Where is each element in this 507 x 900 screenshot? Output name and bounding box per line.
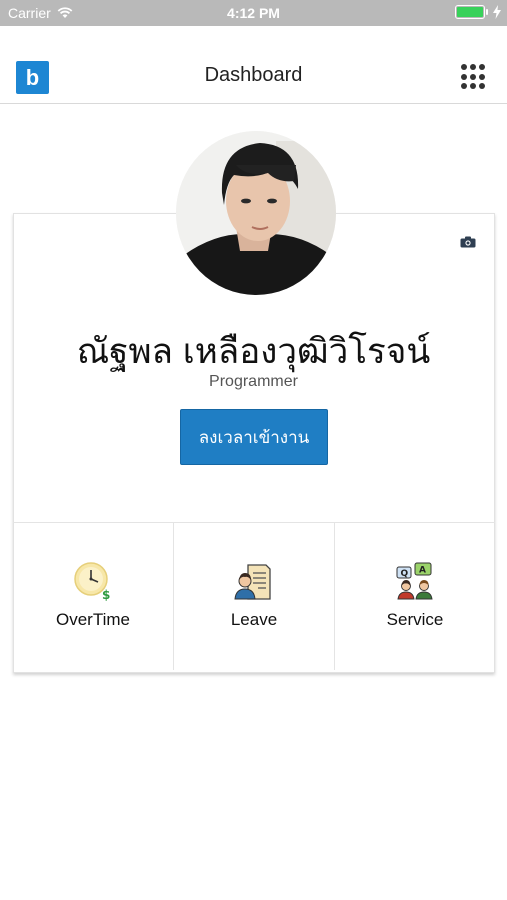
menu-tile-service[interactable]: Q A Service: [335, 523, 495, 670]
battery-icon: [455, 5, 488, 19]
clock-money-icon: $: [74, 562, 110, 601]
menu-tile-overtime[interactable]: $ OverTime: [13, 523, 174, 670]
svg-text:A: A: [419, 566, 426, 576]
page-title: Dashboard: [204, 64, 303, 86]
menu-tile-label: OverTime: [56, 610, 130, 629]
menu-grid: $ OverTime Leave Q A Service: [13, 522, 495, 670]
avatar[interactable]: [176, 131, 336, 295]
svg-text:$: $: [102, 588, 110, 601]
menu-tile-label: Leave: [230, 610, 278, 629]
user-role: Programmer: [209, 373, 298, 390]
menu-tile-label: Service: [386, 610, 444, 629]
user-name: ณัฐพล เหลืองวุฒิวิโรจน์: [76, 332, 431, 371]
battery-group: [455, 5, 501, 19]
checkin-button[interactable]: ลงเวลาเข้างาน: [180, 409, 328, 465]
charging-bolt-icon: [493, 5, 501, 19]
status-time: 4:12 PM: [227, 5, 280, 21]
profile-photo: [176, 131, 336, 295]
people-qa-icon: Q A: [396, 562, 433, 600]
camera-icon[interactable]: [460, 236, 476, 248]
person-document-icon: [234, 564, 271, 600]
menu-tile-leave[interactable]: Leave: [174, 523, 335, 670]
apps-grid-icon[interactable]: [461, 64, 487, 90]
svg-text:Q: Q: [401, 569, 409, 579]
status-bar: Carrier 4:12 PM: [0, 0, 507, 26]
battery-fill: [457, 7, 483, 17]
